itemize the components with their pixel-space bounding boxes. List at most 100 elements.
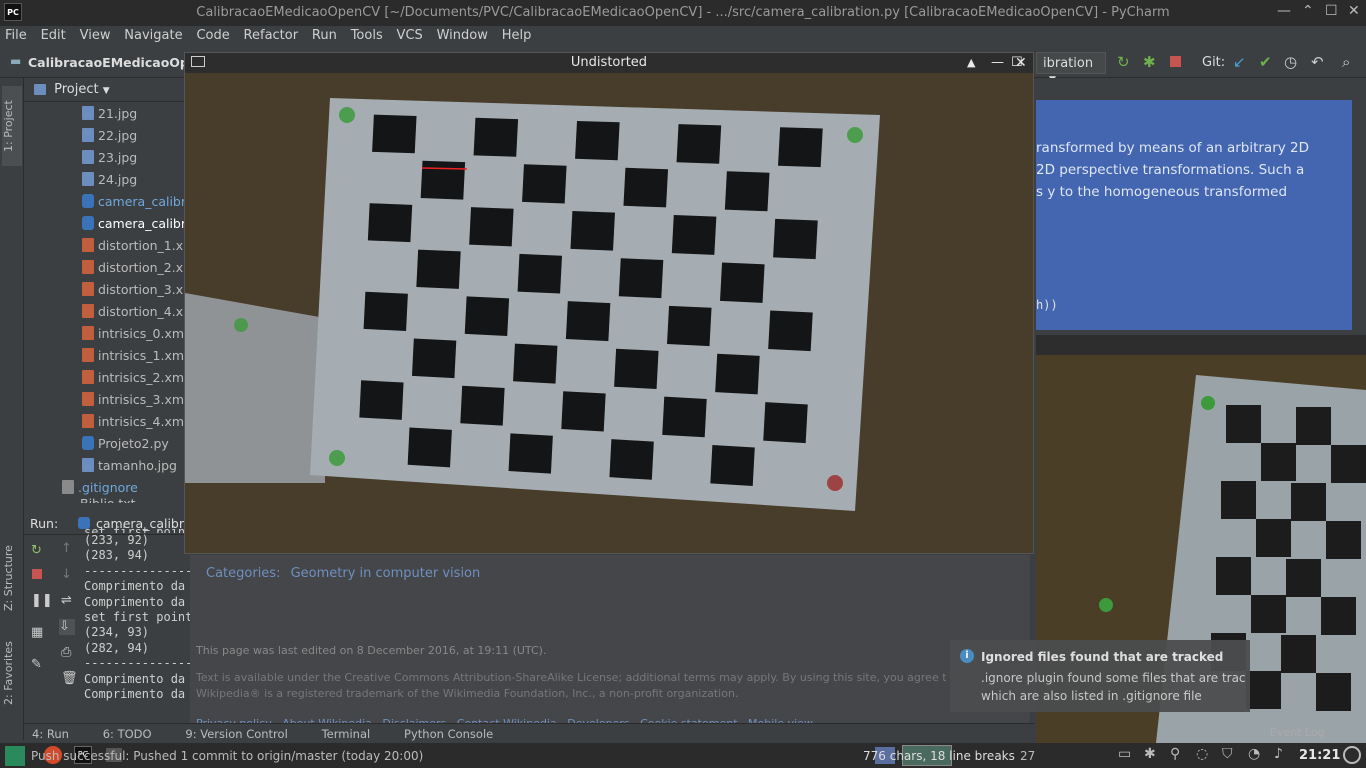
window-menu-icon[interactable] bbox=[191, 56, 205, 67]
tree-item-file[interactable]: intrisics_0.xml bbox=[82, 323, 188, 345]
tool-version-control[interactable]: 9: Version Control bbox=[185, 724, 287, 744]
menu-edit[interactable]: Edit bbox=[36, 26, 71, 45]
tree-item-file[interactable]: Projeto2.py bbox=[82, 433, 169, 455]
categories-link[interactable]: Geometry in computer vision bbox=[291, 566, 481, 581]
close-icon[interactable]: ✕ bbox=[1015, 53, 1027, 73]
shield-icon[interactable]: ⛉ bbox=[1222, 746, 1233, 762]
tree-item-file[interactable]: distortion_2.xr bbox=[82, 257, 188, 279]
tree-item-file[interactable]: intrisics_1.xml bbox=[82, 345, 188, 367]
undistorted-window[interactable]: Undistorted ▲ — ☐ ✕ bbox=[184, 52, 1034, 554]
app-menu-icon[interactable] bbox=[5, 746, 25, 766]
chevron-down-icon[interactable]: ▼ bbox=[103, 86, 110, 96]
clock[interactable]: 21:21 bbox=[1299, 748, 1340, 763]
tool-window-bar: 4: Run 6: TODO 9: Version Control Termin… bbox=[24, 723, 1034, 743]
rerun-icon[interactable]: ↻ bbox=[1117, 53, 1130, 71]
python-file-icon bbox=[82, 216, 94, 230]
restore-window-icon[interactable]: ⌃ bbox=[1302, 3, 1314, 19]
checker-square bbox=[367, 203, 413, 243]
layout-icon[interactable]: ▦ bbox=[31, 625, 47, 641]
menu-tools[interactable]: Tools bbox=[346, 26, 388, 45]
sync-icon[interactable]: ◌ bbox=[1196, 746, 1208, 762]
tree-item-file[interactable]: 23.jpg bbox=[82, 147, 137, 169]
menu-navigate[interactable]: Navigate bbox=[119, 26, 187, 45]
tree-item-file[interactable]: camera_calibra bbox=[82, 191, 194, 213]
scroll-down-icon[interactable]: ↓ bbox=[61, 567, 77, 583]
ignored-files-notification[interactable]: i Ignored files found that are tracked .… bbox=[950, 640, 1250, 712]
tree-item-file[interactable]: camera_calibra bbox=[82, 213, 194, 235]
bluetooth-icon[interactable]: ✱ bbox=[1144, 746, 1156, 762]
checker-square bbox=[662, 396, 707, 438]
checker-square bbox=[469, 207, 514, 247]
menu-view[interactable]: View bbox=[75, 26, 116, 45]
print-icon[interactable]: ⎙ bbox=[61, 645, 77, 661]
image-file-icon bbox=[82, 150, 94, 164]
notification-body2[interactable]: which are also listed in .gitignore file bbox=[981, 689, 1202, 703]
minimize-window-icon[interactable]: — bbox=[1277, 3, 1291, 19]
soft-wrap-icon[interactable]: ⇌ bbox=[61, 593, 77, 609]
tree-item-file[interactable]: distortion_4.xr bbox=[82, 301, 188, 323]
keep-above-icon[interactable]: ▲ bbox=[967, 53, 975, 73]
tree-item-biblio[interactable]: Biblio.txt bbox=[80, 493, 136, 503]
tool-python-console[interactable]: Python Console bbox=[404, 724, 493, 744]
tree-item-file[interactable]: intrisics_3.xml bbox=[82, 389, 188, 411]
tree-item-file[interactable]: 24.jpg bbox=[82, 169, 137, 191]
tree-item-file[interactable]: distortion_1.xr bbox=[82, 235, 188, 257]
search-icon[interactable]: ⌕ bbox=[1342, 53, 1350, 71]
git-update-icon[interactable]: ↙ bbox=[1233, 53, 1246, 71]
tree-item-label: intrisics_4.xml bbox=[98, 414, 188, 429]
camera-frame[interactable] bbox=[185, 73, 1033, 553]
tree-item-file[interactable]: 22.jpg bbox=[82, 125, 137, 147]
cursor-position[interactable]: 27 bbox=[1020, 749, 1035, 763]
menu-file[interactable]: File bbox=[0, 26, 32, 45]
pause-icon[interactable]: ❚❚ bbox=[31, 593, 53, 609]
tree-item-file[interactable]: 21.jpg bbox=[82, 103, 137, 125]
menu-help[interactable]: Help bbox=[497, 26, 537, 45]
tool-todo[interactable]: 6: TODO bbox=[103, 724, 152, 744]
xml-file-icon bbox=[82, 326, 94, 340]
menu-vcs[interactable]: VCS bbox=[392, 26, 428, 45]
menu-run[interactable]: Run bbox=[307, 26, 342, 45]
close-window-icon[interactable]: ✕ bbox=[1348, 3, 1360, 19]
maximize-window-icon[interactable]: ☐ bbox=[1325, 3, 1338, 19]
tree-item-file[interactable]: distortion_3.xr bbox=[82, 279, 188, 301]
menu-code[interactable]: Code bbox=[191, 26, 234, 45]
tab-favorites[interactable]: 2: Favorites bbox=[2, 628, 22, 718]
power-icon[interactable] bbox=[1343, 746, 1361, 764]
tool-terminal[interactable]: Terminal bbox=[322, 724, 371, 744]
network-icon[interactable]: ◔ bbox=[1248, 746, 1260, 762]
rerun-icon[interactable]: ↻ bbox=[31, 543, 47, 559]
scroll-to-end-icon[interactable]: ⇩ bbox=[59, 619, 75, 635]
tab-project[interactable]: 1: Project bbox=[2, 86, 22, 166]
status-bar: PC Push successful: Pushed 1 commit to o… bbox=[0, 743, 1366, 768]
minimize-icon[interactable]: — bbox=[991, 53, 1004, 73]
menu-refactor[interactable]: Refactor bbox=[239, 26, 304, 45]
checker-square bbox=[407, 427, 452, 468]
git-commit-icon[interactable]: ✔ bbox=[1259, 53, 1272, 71]
image-file-icon bbox=[82, 458, 94, 472]
tab-structure[interactable]: Z: Structure bbox=[2, 533, 22, 623]
volume-icon[interactable]: ♪ bbox=[1274, 746, 1283, 762]
checker-square bbox=[565, 301, 611, 342]
stop-icon[interactable] bbox=[32, 569, 42, 579]
tree-item-file[interactable]: intrisics_2.xml bbox=[82, 367, 188, 389]
event-log[interactable]: Event Log bbox=[1270, 726, 1325, 739]
trash-icon[interactable]: 🗑 bbox=[61, 671, 78, 687]
tree-item-file[interactable]: tamanho.jpg bbox=[82, 455, 177, 477]
menu-window[interactable]: Window bbox=[432, 26, 493, 45]
categories-row: Categories: Geometry in computer vision bbox=[206, 566, 480, 581]
history-icon[interactable]: ◷ bbox=[1284, 53, 1297, 71]
debug-icon[interactable]: ✱ bbox=[1143, 53, 1156, 71]
project-breadcrumb[interactable]: CalibracaoEMedicaoOpe bbox=[28, 55, 197, 70]
checker-square bbox=[359, 380, 404, 420]
tree-item-file[interactable]: intrisics_4.xml bbox=[82, 411, 188, 433]
terminal-tray-icon[interactable]: ▭ bbox=[1118, 746, 1131, 762]
scroll-up-icon[interactable]: ↑ bbox=[61, 541, 77, 557]
project-panel-title[interactable]: Project bbox=[54, 82, 98, 97]
run-config-select[interactable]: ibration ▼ bbox=[1036, 52, 1106, 85]
revert-icon[interactable]: ↶ bbox=[1311, 53, 1324, 71]
info-icon: i bbox=[960, 649, 974, 663]
stop-icon[interactable] bbox=[1170, 56, 1181, 67]
pin-icon[interactable]: ✎ bbox=[31, 657, 47, 673]
attachment-icon[interactable]: ⚲ bbox=[1170, 746, 1180, 762]
tool-run[interactable]: 4: Run bbox=[32, 724, 69, 744]
